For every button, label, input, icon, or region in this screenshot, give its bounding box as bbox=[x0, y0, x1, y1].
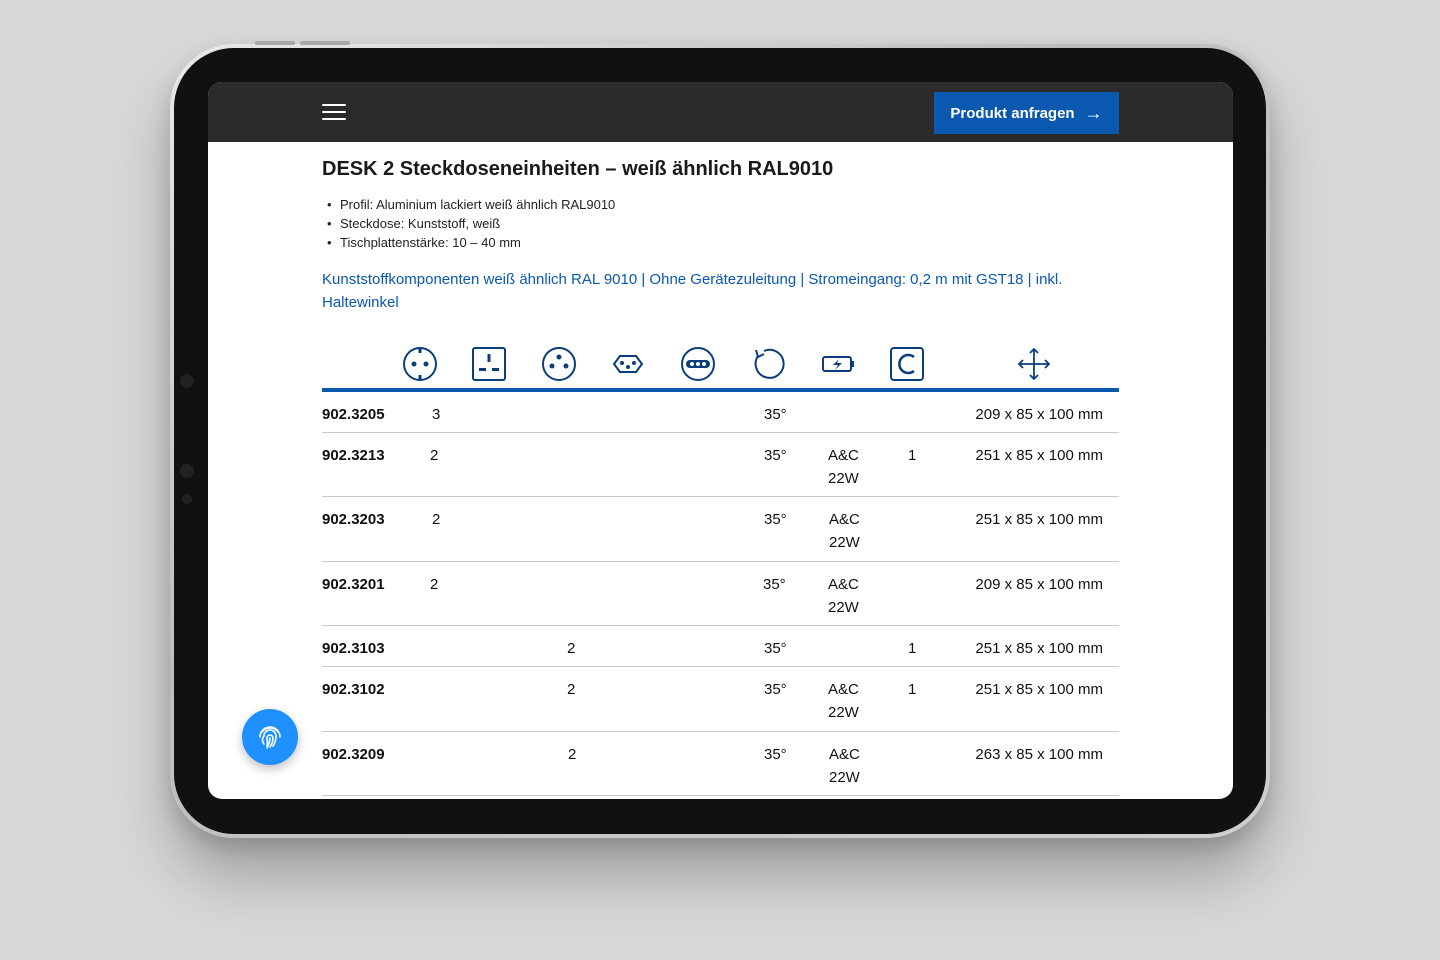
dimensions: 251 x 85 x 100 mm bbox=[975, 511, 1103, 528]
usbc-count: 1 bbox=[908, 640, 917, 657]
table-row[interactable]: 902.3213 2 35° A&C 22W 1 251 x 85 x 100 m… bbox=[322, 433, 1119, 497]
camera-dot bbox=[180, 374, 194, 388]
article-number: 902.3203 bbox=[322, 511, 385, 528]
spec-list: Profil: Aluminium lackiert weiß ähnlich … bbox=[322, 195, 1119, 252]
article-number: 902.3205 bbox=[322, 406, 385, 423]
spec-item: Tischplattenstärke: 10 – 40 mm bbox=[322, 233, 1119, 252]
french-count: 2 bbox=[567, 681, 576, 698]
article-number: 902.3209 bbox=[322, 746, 385, 763]
usb-charger: A&C 22W bbox=[829, 511, 860, 551]
schuko-count: 2 bbox=[430, 447, 439, 464]
article-number: 902.3102 bbox=[322, 681, 385, 698]
camera-dot bbox=[180, 464, 194, 478]
dimensions: 209 x 85 x 100 mm bbox=[975, 406, 1103, 423]
usb-c-icon bbox=[889, 346, 925, 382]
schuko-count: 2 bbox=[432, 511, 441, 528]
usbc-count: 1 bbox=[908, 447, 917, 464]
dimensions: 263 x 85 x 100 mm bbox=[975, 746, 1103, 763]
table-row[interactable]: 902.3205 3 35° 209 x 85 x 100 mm bbox=[322, 392, 1119, 433]
angle: 35° bbox=[764, 746, 787, 763]
arrow-right-icon: → bbox=[1084, 102, 1103, 123]
usb-charger: A&C 22W bbox=[828, 681, 859, 721]
rotation-icon bbox=[750, 346, 786, 382]
screen: Produkt anfragen → DESK 2 Steckdoseneinh… bbox=[208, 82, 1233, 799]
article-number: 902.3213 bbox=[322, 447, 385, 464]
dimensions: 209 x 85 x 100 mm bbox=[975, 576, 1103, 593]
product-subline: Kunststoffkomponenten weiß ähnlich RAL 9… bbox=[322, 271, 1063, 311]
euro-socket-icon bbox=[680, 346, 716, 382]
usb-charger: A&C 22W bbox=[828, 576, 859, 616]
product-title: DESK 2 Steckdoseneinheiten – weiß ähnlic… bbox=[322, 158, 834, 180]
article-number: 902.3103 bbox=[322, 640, 385, 657]
angle: 35° bbox=[764, 406, 787, 423]
uk-socket-icon bbox=[471, 346, 507, 382]
spec-item: Steckdose: Kunststoff, weiß bbox=[322, 214, 1119, 233]
table-header-icons bbox=[322, 344, 1119, 392]
dimensions: 251 x 85 x 100 mm bbox=[975, 640, 1103, 657]
usb-charger-icon bbox=[820, 346, 856, 382]
spec-item: Profil: Aluminium lackiert weiß ähnlich … bbox=[322, 195, 1119, 214]
table-row[interactable]: 902.3103 2 35° 1 251 x 85 x 100 mm bbox=[322, 626, 1119, 667]
swiss-socket-icon bbox=[610, 346, 646, 382]
usb-charger: A&C 22W bbox=[829, 746, 860, 786]
dimensions-icon bbox=[1016, 346, 1052, 382]
french-count: 2 bbox=[567, 640, 576, 657]
fingerprint-icon bbox=[259, 726, 281, 749]
request-product-label: Produkt anfragen bbox=[950, 104, 1075, 122]
dimensions: 251 x 85 x 100 mm bbox=[975, 681, 1103, 698]
angle: 35° bbox=[763, 576, 786, 593]
tablet-button bbox=[255, 41, 295, 45]
table-row[interactable]: 902.3209 2 35° A&C 22W 263 x 85 x 100 mm bbox=[322, 732, 1119, 796]
usb-charger: A&C 22W bbox=[828, 447, 859, 487]
table-row[interactable]: 902.3203 2 35° A&C 22W 251 x 85 x 100 mm bbox=[322, 497, 1119, 562]
dimensions: 251 x 85 x 100 mm bbox=[975, 447, 1103, 464]
table-row[interactable]: 902.3201 2 35° A&C 22W 209 x 85 x 100 mm bbox=[322, 562, 1119, 626]
angle: 35° bbox=[764, 511, 787, 528]
angle: 35° bbox=[764, 640, 787, 657]
schuko-count: 3 bbox=[432, 406, 441, 423]
top-bar: Produkt anfragen → bbox=[208, 82, 1233, 142]
fingerprint-button[interactable] bbox=[242, 709, 298, 765]
request-product-button[interactable]: Produkt anfragen → bbox=[934, 92, 1119, 134]
product-table: 902.3205 3 35° 209 x 85 x 100 mm 902.321… bbox=[322, 392, 1119, 796]
menu-icon[interactable] bbox=[322, 104, 346, 122]
angle: 35° bbox=[764, 681, 787, 698]
schuko-socket-icon bbox=[402, 346, 438, 382]
table-row[interactable]: 902.3102 2 35° A&C 22W 1 251 x 85 x 100 m… bbox=[322, 667, 1119, 732]
camera-dot bbox=[182, 494, 192, 504]
schuko-count: 2 bbox=[430, 576, 439, 593]
tablet-button bbox=[300, 41, 350, 45]
french-count: 2 bbox=[568, 746, 577, 763]
french-socket-icon bbox=[541, 346, 577, 382]
product-content: DESK 2 Steckdoseneinheiten – weiß ähnlic… bbox=[208, 142, 1233, 796]
article-number: 902.3201 bbox=[322, 576, 385, 593]
angle: 35° bbox=[764, 447, 787, 464]
usbc-count: 1 bbox=[908, 681, 917, 698]
